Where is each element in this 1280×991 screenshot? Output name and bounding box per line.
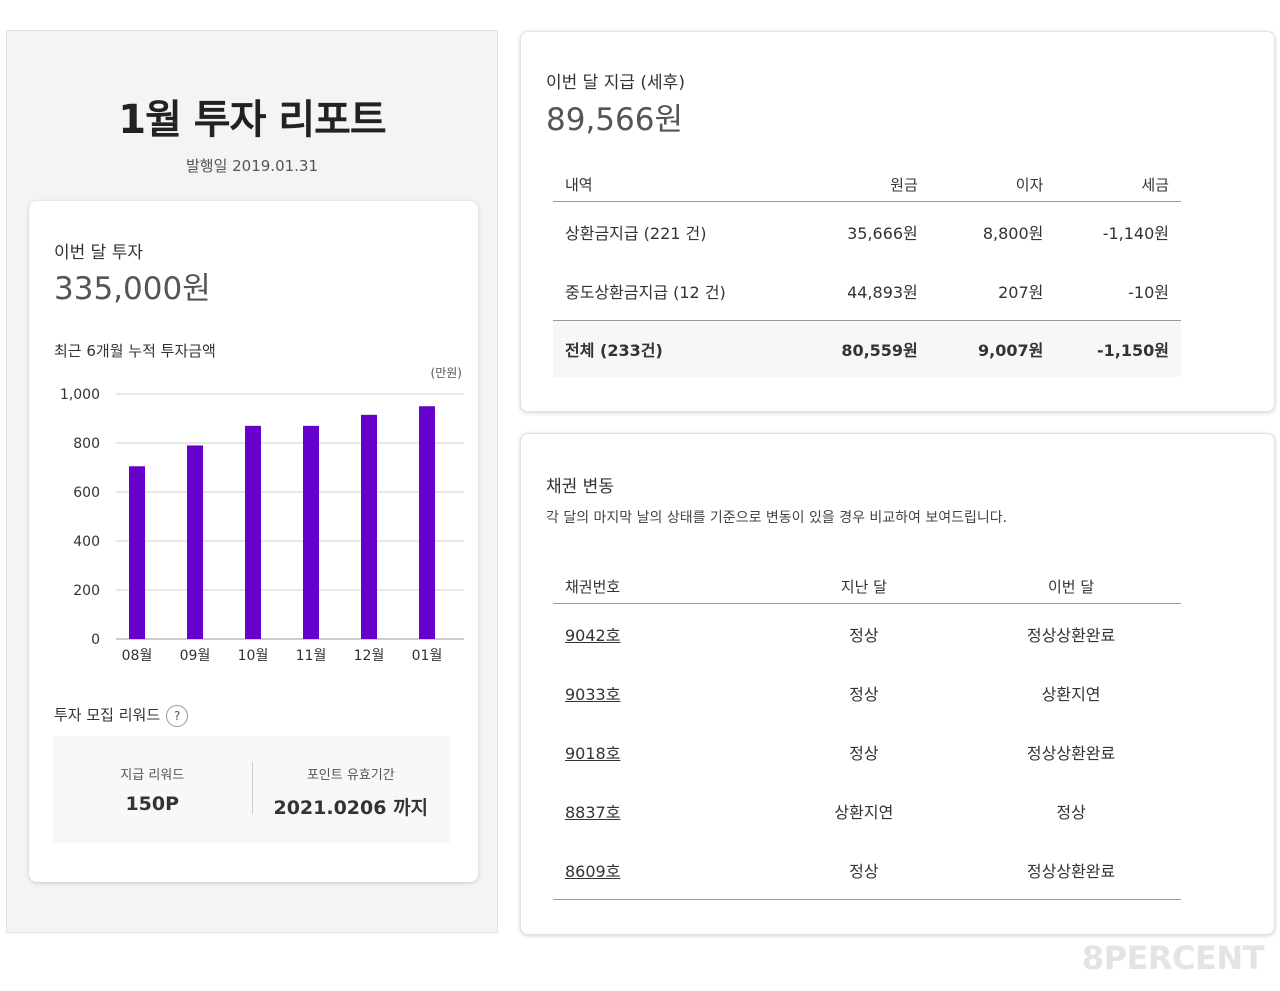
payout-header-row: 내역 원금 이자 세금 [553, 167, 1181, 202]
col-tax: 세금 [1055, 167, 1181, 202]
issue-date: 발행일 2019.01.31 [185, 157, 319, 175]
total-interest: 9,007원 [929, 320, 1056, 377]
reward-title: 투자 모집 리워드 [54, 706, 161, 724]
bar [129, 466, 145, 639]
x-tick-label: 08월 [122, 648, 153, 664]
invest-card: 이번 달 투자 335,000원 최근 6개월 누적 투자금액 (만원) 0 200… [29, 201, 478, 882]
total-detail: 전체 (233건) [553, 320, 805, 377]
bar [303, 425, 319, 639]
row-principal: 35,666원 [847, 223, 918, 243]
y-tick-label: 0 [91, 632, 100, 648]
point-expiry-value: 2021.0206 까지 [273, 797, 429, 819]
y-tick-label: 800 [73, 436, 100, 452]
invest-amount: 335,000원 [54, 271, 211, 307]
row-interest: 8,800원 [982, 223, 1044, 243]
last-month-status: 정상 [849, 625, 879, 645]
point-expiry: 포인트 유효기간 2021.0206 까지 [252, 736, 451, 843]
y-unit-label: (만원) [431, 366, 462, 380]
row-interest: 207원 [998, 282, 1044, 302]
report-panel: 1월 투자 리포트 발행일 2019.01.31 이번 달 투자 335,000… [6, 30, 498, 933]
y-tick-label: 1,000 [60, 387, 100, 403]
col-principal: 원금 [804, 167, 930, 202]
this-month-status: 정상상환완료 [1026, 625, 1116, 645]
bond-link[interactable]: 9042호 [565, 626, 620, 645]
paid-reward-value: 150P [125, 793, 180, 815]
point-expiry-label: 포인트 유효기간 [306, 768, 395, 783]
reward-summary: 지급 리워드 150P 포인트 유효기간 2021.0206 까지 [53, 736, 450, 843]
bond-description: 각 달의 마지막 날의 상태를 기준으로 변동이 있을 경우 비교하여 보여드립… [546, 510, 1008, 526]
brand-logo: 8PERCENT [1081, 939, 1265, 977]
bar [245, 425, 261, 639]
table-row: 9033호 정상 상환지연 [553, 663, 1181, 722]
bar [361, 414, 377, 639]
this-month-status: 정상상환완료 [961, 840, 1181, 900]
this-month-status: 정상 [1056, 802, 1086, 822]
total-principal: 80,559원 [804, 320, 930, 377]
chart-title: 최근 6개월 누적 투자금액 [54, 342, 216, 360]
x-tick-label: 12월 [354, 648, 385, 664]
row-tax: -1,140원 [1102, 223, 1169, 243]
row-tax: -10원 [1128, 282, 1169, 302]
bond-card: 채권 변동 각 달의 마지막 날의 상태를 기준으로 변동이 있을 경우 비교하… [520, 433, 1275, 935]
table-row: 8837호 상환지연 정상 [553, 781, 1181, 840]
this-month-status: 상환지연 [1041, 684, 1101, 704]
bar [419, 406, 435, 639]
x-tick-label: 09월 [180, 648, 211, 664]
paid-reward: 지급 리워드 150P [53, 736, 252, 843]
payout-label: 이번 달 지급 (세후) [546, 73, 685, 93]
col-bond-number: 채권번호 [553, 569, 767, 604]
table-row: 상환금지급 (221 건) 35,666원 8,800원 -1,140원 [553, 202, 1181, 262]
y-tick-label: 200 [73, 583, 100, 599]
table-row: 8609호 정상 정상상환완료 [553, 840, 1181, 900]
col-last-month: 지난 달 [766, 569, 962, 604]
col-interest: 이자 [929, 167, 1056, 202]
x-tick-label: 01월 [412, 648, 443, 664]
bond-header-row: 채권번호 지난 달 이번 달 [553, 569, 1181, 604]
invest-label: 이번 달 투자 [54, 243, 144, 263]
row-detail: 중도상환금지급 (12 건) [565, 282, 726, 302]
row-detail: 상환금지급 (221 건) [565, 223, 707, 243]
x-tick-label: 10월 [238, 648, 269, 664]
report-title: 1월 투자 리포트 [118, 97, 386, 143]
y-tick-label: 400 [73, 534, 100, 550]
reward-title-row: 투자 모집 리워드? [54, 704, 189, 727]
bond-link[interactable]: 9033호 [565, 685, 620, 704]
x-tick-label: 11월 [296, 648, 327, 664]
last-month-status: 정상 [849, 684, 879, 704]
bond-link[interactable]: 8609호 [565, 862, 620, 881]
last-month-status: 정상 [849, 743, 879, 763]
payout-card: 이번 달 지급 (세후) 89,566원 내역 원금 이자 세금 상환금지급 (… [520, 31, 1275, 412]
table-row: 9018호 정상 정상상환완료 [553, 722, 1181, 781]
total-row: 전체 (233건) 80,559원 9,007원 -1,150원 [553, 320, 1181, 377]
col-this-month: 이번 달 [961, 569, 1181, 604]
total-tax: -1,150원 [1055, 320, 1181, 377]
col-detail: 내역 [553, 167, 805, 202]
payout-table: 내역 원금 이자 세금 상환금지급 (221 건) 35,666원 8,800원… [553, 167, 1181, 377]
bar [187, 445, 203, 639]
cumulative-investment-chart: (만원) 0 200 400 600 800 1,000 08월 09월 10월 11월 12월 01월 [60, 366, 464, 664]
bond-link[interactable]: 8837호 [565, 803, 620, 822]
paid-reward-label: 지급 리워드 [120, 768, 185, 783]
bond-title: 채권 변동 [546, 477, 614, 497]
table-row: 중도상환금지급 (12 건) 44,893원 207원 -10원 [553, 261, 1181, 321]
bond-link[interactable]: 9018호 [565, 744, 620, 763]
help-icon[interactable]: ? [166, 704, 189, 727]
table-row: 9042호 정상 정상상환완료 [553, 604, 1181, 664]
y-tick-label: 600 [73, 485, 100, 501]
bond-table: 채권번호 지난 달 이번 달 9042호 정상 정상상환완료 9033호 정상 … [553, 569, 1181, 900]
payout-amount: 89,566원 [546, 102, 683, 138]
last-month-status: 상환지연 [834, 802, 894, 822]
row-principal: 44,893원 [847, 282, 918, 302]
last-month-status: 정상 [766, 840, 962, 900]
this-month-status: 정상상환완료 [1026, 743, 1116, 763]
